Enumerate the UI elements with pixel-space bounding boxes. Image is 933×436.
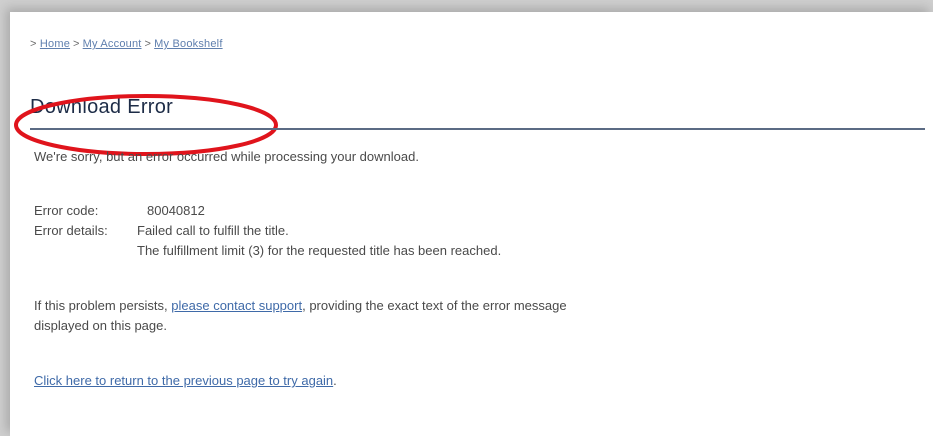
breadcrumb-prefix: >: [30, 38, 37, 50]
return-message-period: .: [333, 373, 337, 388]
error-code-value: 80040812: [147, 203, 205, 218]
error-details-line-1: Failed call to fulfill the title.: [137, 223, 289, 238]
error-details-line-2: The fulfillment limit (3) for the reques…: [137, 243, 502, 258]
persist-message-line-2: displayed on this page.: [34, 318, 167, 333]
page-title-wrap: Download Error: [30, 96, 173, 119]
breadcrumb-separator: >: [73, 38, 80, 50]
breadcrumb-my-bookshelf-link[interactable]: My Bookshelf: [154, 38, 222, 50]
page-content: > Home > My Account > My Bookshelf Download …: [10, 12, 933, 436]
breadcrumb-home-link[interactable]: Home: [40, 38, 70, 50]
return-message: Click here to return to the previous pag…: [34, 373, 337, 388]
return-previous-page-link[interactable]: Click here to return to the previous pag…: [34, 373, 333, 388]
title-divider: [30, 128, 925, 130]
breadcrumb: > Home > My Account > My Bookshelf: [30, 38, 223, 50]
page-title: Download Error: [30, 96, 174, 118]
breadcrumb-separator: >: [144, 38, 152, 50]
error-code-label: Error code:: [34, 203, 99, 218]
persist-message: If this problem persists, please contact…: [34, 298, 567, 313]
breadcrumb-my-account-link[interactable]: My Account: [83, 38, 142, 50]
error-details-label: Error details:: [34, 223, 108, 238]
persist-message-before: If this problem persists,: [34, 298, 168, 313]
error-intro-text: We're sorry, but an error occurred while…: [34, 149, 419, 164]
contact-support-link[interactable]: please contact support: [171, 298, 302, 313]
persist-message-after: , providing the exact text of the error …: [302, 298, 567, 313]
